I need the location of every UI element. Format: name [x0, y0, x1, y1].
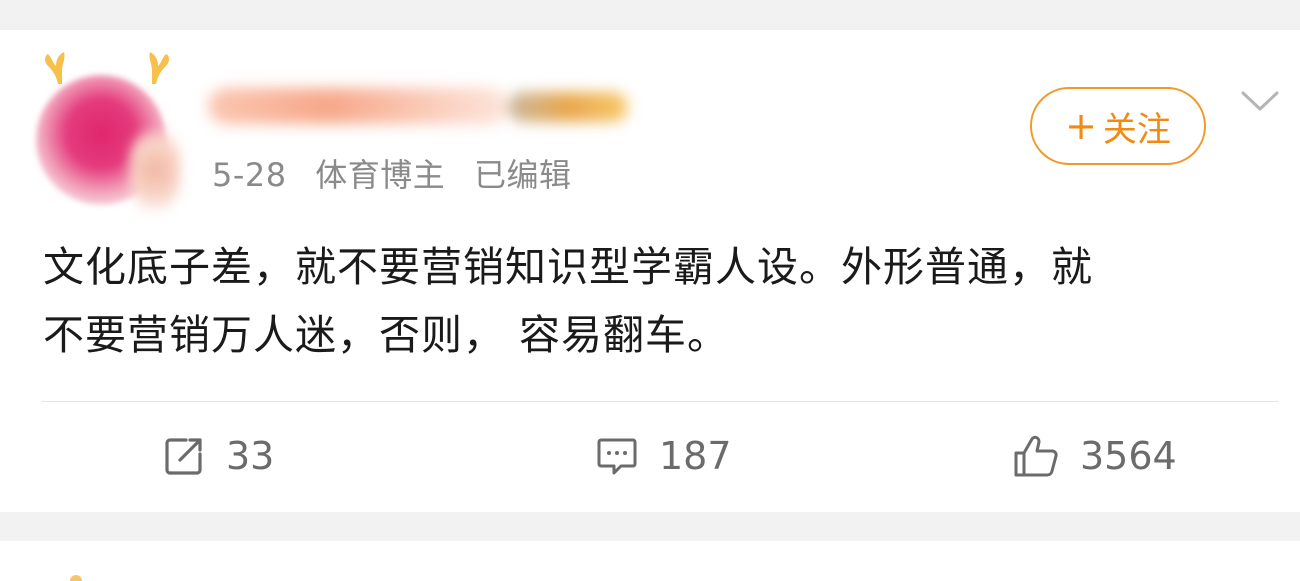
comment-icon [597, 438, 637, 475]
comment-count: 187 [659, 434, 732, 478]
antler-right-icon [149, 52, 169, 84]
edited-label: 已编辑 [473, 156, 572, 194]
follow-button[interactable]: + 关注 [1030, 87, 1206, 165]
avatar-blur-overlay [130, 130, 180, 210]
like-button[interactable]: 3564 [1012, 428, 1177, 484]
post-text-line1: 文化底子差，就不要营销知识型学霸人设。外形普通，就 [43, 243, 1093, 291]
repost-button[interactable]: 33 [162, 428, 274, 484]
antler-left-icon [45, 52, 65, 84]
post-text-line2: 不要营销万人迷，否则， 容易翻车。 [43, 311, 730, 359]
avatar[interactable] [30, 50, 190, 210]
follow-label: 关注 [1102, 109, 1171, 150]
next-post-card [0, 541, 1300, 581]
like-count: 3564 [1080, 434, 1177, 478]
repost-count: 33 [226, 434, 275, 478]
post-body: 文化底子差，就不要营销知识型学霸人设。外形普通，就 不要营销万人迷，否则， 容易… [43, 233, 1253, 369]
username-blurred[interactable] [208, 82, 628, 132]
repost-icon [165, 438, 202, 475]
user-tag: 体育博主 [315, 156, 446, 194]
top-spacer [0, 0, 1300, 30]
next-avatar-antler-icon [70, 575, 82, 581]
action-divider [42, 401, 1278, 402]
plus-icon: + [1065, 104, 1097, 148]
post-date: 5-28 [212, 156, 287, 194]
thumbs-up-icon [1014, 435, 1058, 477]
comment-button[interactable]: 187 [595, 428, 732, 484]
post-meta: 5-28 体育博主 已编辑 [212, 150, 590, 196]
chevron-down-icon[interactable] [1240, 85, 1280, 115]
